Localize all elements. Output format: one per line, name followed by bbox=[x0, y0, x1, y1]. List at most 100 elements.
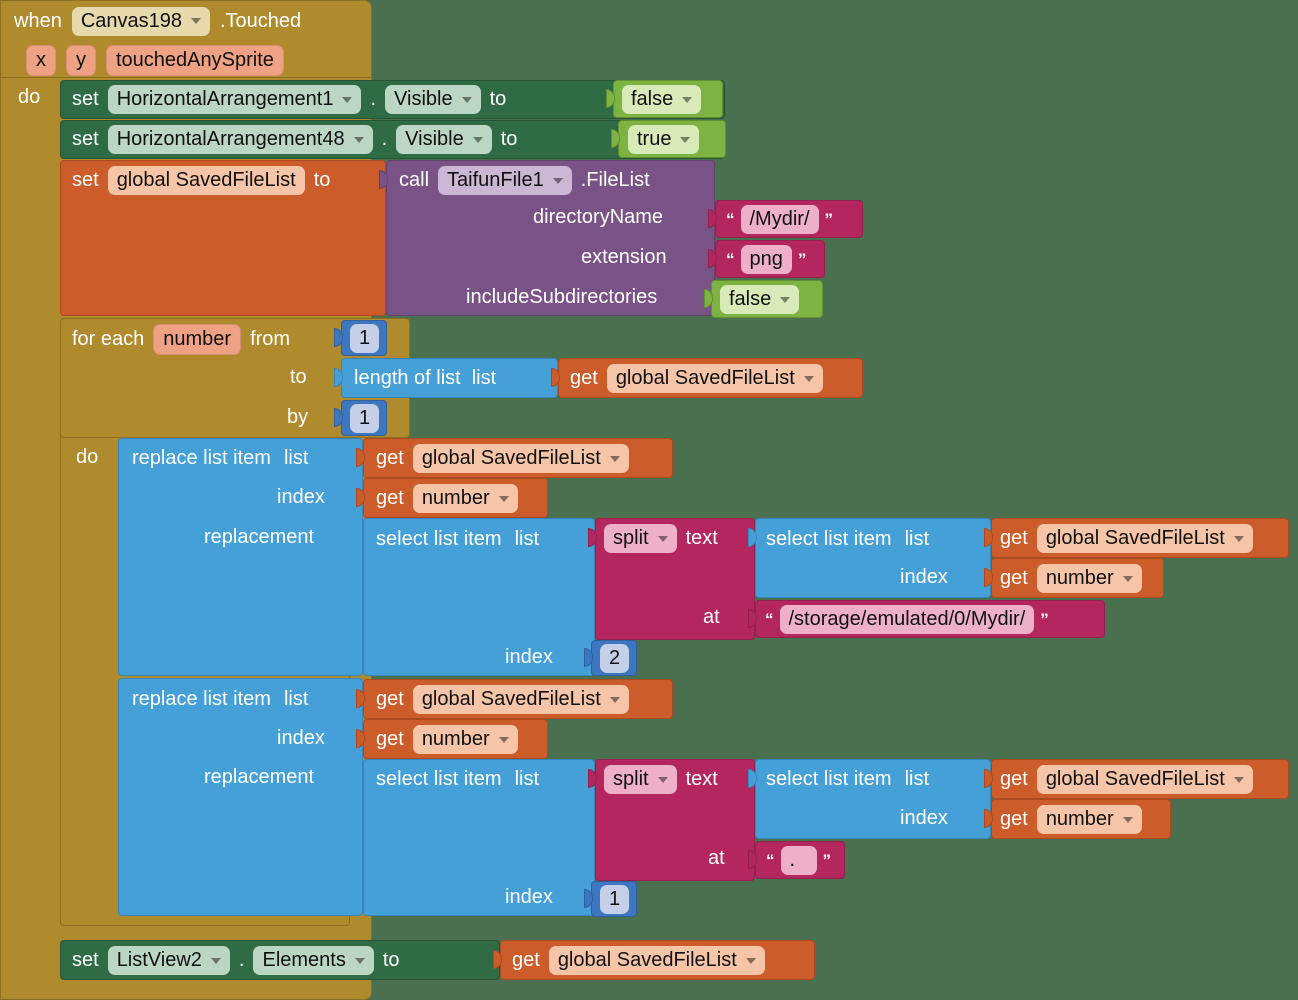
get-keyword-6: get bbox=[376, 688, 404, 710]
get-variable-dropdown-7[interactable]: number bbox=[412, 725, 518, 754]
chevron-down-icon bbox=[745, 957, 756, 964]
open-quote-icon: “ bbox=[726, 209, 735, 229]
split2-header-row: split text bbox=[604, 765, 718, 794]
arg-label-includesubdirectories: includeSubdirectories bbox=[466, 286, 658, 308]
arg-label-extension: extension bbox=[581, 246, 667, 268]
get-keyword-8: get bbox=[1000, 768, 1028, 790]
math-number-select2-index-row: 1 bbox=[600, 885, 630, 914]
text-value-storage-path[interactable]: /storage/emulated/0/Mydir/ bbox=[779, 605, 1035, 634]
replace1-index-label: index bbox=[277, 486, 325, 508]
math-number-by-value[interactable]: 1 bbox=[350, 404, 380, 433]
get-variable-dropdown-4[interactable]: global SavedFileList bbox=[1036, 524, 1253, 553]
get-variable-label-7: number bbox=[421, 728, 490, 750]
get-variable-dropdown-6[interactable]: global SavedFileList bbox=[412, 685, 629, 714]
select2-list-label: list bbox=[514, 768, 540, 790]
event-header-row: when Canvas198 .Touched bbox=[14, 6, 301, 36]
math-number-from-row: 1 bbox=[350, 324, 380, 353]
ha48-property-dropdown[interactable]: Visible bbox=[396, 125, 492, 154]
split1-op-label: split bbox=[613, 527, 649, 549]
split1-op-dropdown[interactable]: split bbox=[604, 524, 677, 553]
math-number-from-value[interactable]: 1 bbox=[350, 324, 380, 353]
get-variable-label-5: number bbox=[1045, 567, 1114, 589]
chevron-down-icon bbox=[1122, 575, 1133, 582]
get-variable-dropdown-5[interactable]: number bbox=[1036, 564, 1142, 593]
chevron-down-icon bbox=[498, 736, 509, 743]
get-replace2-list-row: get global SavedFileList bbox=[376, 685, 629, 714]
list-block-replace-list-item-2[interactable] bbox=[118, 678, 363, 916]
math-number-select1-index-value[interactable]: 2 bbox=[600, 644, 630, 673]
select1-index-label: index bbox=[505, 646, 553, 668]
listview2-property-label: Elements bbox=[262, 949, 346, 971]
replace2-title-row: replace list item list bbox=[132, 686, 308, 713]
get-variable-dropdown-10[interactable]: global SavedFileList bbox=[548, 946, 765, 975]
chevron-down-icon bbox=[191, 18, 201, 24]
logic-false-label-2: false bbox=[729, 288, 772, 310]
get-inner-select1-index-row: get number bbox=[1000, 564, 1142, 593]
replace1-list-label: list bbox=[283, 447, 309, 469]
text-value-dot[interactable]: . bbox=[780, 846, 817, 875]
to-keyword-1: to bbox=[489, 88, 507, 110]
get-variable-label-1: global SavedFileList bbox=[615, 367, 795, 389]
ha48-component-dropdown[interactable]: HorizontalArrangement48 bbox=[107, 125, 373, 154]
call-method-label: .FileList bbox=[580, 169, 650, 191]
to-keyword-3: to bbox=[313, 169, 331, 191]
get-variable-dropdown-1[interactable]: global SavedFileList bbox=[606, 364, 823, 393]
ha1-component-label: HorizontalArrangement1 bbox=[116, 88, 334, 110]
get-variable-dropdown-9[interactable]: number bbox=[1036, 805, 1142, 834]
replace2-title: replace list item bbox=[132, 688, 271, 710]
get-keyword-3: get bbox=[376, 487, 404, 509]
select1-title-row: select list item list bbox=[376, 526, 539, 553]
event-param-y[interactable]: y bbox=[66, 44, 96, 76]
inner-select1-list-label: list bbox=[904, 528, 930, 550]
select2-title-row: select list item list bbox=[376, 766, 539, 793]
chevron-down-icon bbox=[609, 455, 620, 462]
get-keyword-10: get bbox=[512, 949, 540, 971]
listview2-property-dropdown[interactable]: Elements bbox=[253, 946, 374, 975]
split2-op-label: split bbox=[613, 768, 649, 790]
setter-ha1-row: set HorizontalArrangement1 . Visible to bbox=[72, 85, 506, 114]
logic-false-value-2[interactable]: false bbox=[720, 285, 800, 314]
global-variable-field[interactable]: global SavedFileList bbox=[107, 166, 305, 195]
for-each-variable-label: number bbox=[163, 327, 232, 350]
set-keyword-2: set bbox=[72, 128, 99, 150]
replace1-title-row: replace list item list bbox=[132, 445, 308, 472]
event-component-dropdown[interactable]: Canvas198 bbox=[71, 6, 210, 36]
listview2-component-label: ListView2 bbox=[116, 949, 202, 971]
get-variable-label-2: global SavedFileList bbox=[421, 447, 601, 469]
inner-select1-title-row: select list item list bbox=[766, 526, 929, 553]
math-number-select2-index-value[interactable]: 1 bbox=[600, 885, 630, 914]
set-keyword-1: set bbox=[72, 88, 99, 110]
logic-true-label: true bbox=[637, 128, 672, 150]
event-param-touchedanysprite[interactable]: touchedAnySprite bbox=[106, 44, 284, 76]
ha1-property-dropdown[interactable]: Visible bbox=[385, 85, 481, 114]
when-keyword: when bbox=[14, 9, 62, 32]
logic-true-value[interactable]: true bbox=[628, 125, 700, 154]
close-quote-icon: ” bbox=[797, 249, 807, 269]
event-member-label: .Touched bbox=[220, 9, 302, 32]
listview2-component-dropdown[interactable]: ListView2 bbox=[107, 946, 230, 975]
get-variable-dropdown-8[interactable]: global SavedFileList bbox=[1036, 765, 1253, 794]
text-value-png[interactable]: png bbox=[740, 245, 792, 274]
open-quote-icon: “ bbox=[766, 850, 775, 870]
call-component-dropdown[interactable]: TaifunFile1 bbox=[438, 166, 572, 195]
ha1-component-dropdown[interactable]: HorizontalArrangement1 bbox=[107, 85, 362, 114]
split2-at-label: at bbox=[708, 847, 725, 869]
event-param-x[interactable]: x bbox=[26, 44, 56, 76]
get-keyword-1: get bbox=[570, 367, 598, 389]
get-variable-dropdown-2[interactable]: global SavedFileList bbox=[412, 444, 629, 473]
chevron-down-icon bbox=[680, 136, 691, 143]
get-variable-dropdown-3[interactable]: number bbox=[412, 484, 518, 513]
split2-op-dropdown[interactable]: split bbox=[604, 765, 677, 794]
for-each-variable-field[interactable]: number bbox=[153, 323, 242, 355]
to-keyword-2: to bbox=[500, 128, 518, 150]
logic-false-value-1[interactable]: false bbox=[622, 85, 702, 114]
close-quote-icon: ” bbox=[824, 209, 834, 229]
chevron-down-icon bbox=[552, 177, 563, 184]
get-variable-label-10: global SavedFileList bbox=[557, 949, 737, 971]
close-quote-icon: ” bbox=[1040, 609, 1049, 629]
get-replace2-index-row: get number bbox=[376, 725, 518, 754]
text-mydir-row: “ /Mydir/ ” bbox=[726, 205, 834, 234]
list-block-replace-list-item-1[interactable] bbox=[118, 438, 363, 676]
text-value-mydir[interactable]: /Mydir/ bbox=[740, 205, 819, 234]
event-do-label: do bbox=[18, 86, 41, 108]
